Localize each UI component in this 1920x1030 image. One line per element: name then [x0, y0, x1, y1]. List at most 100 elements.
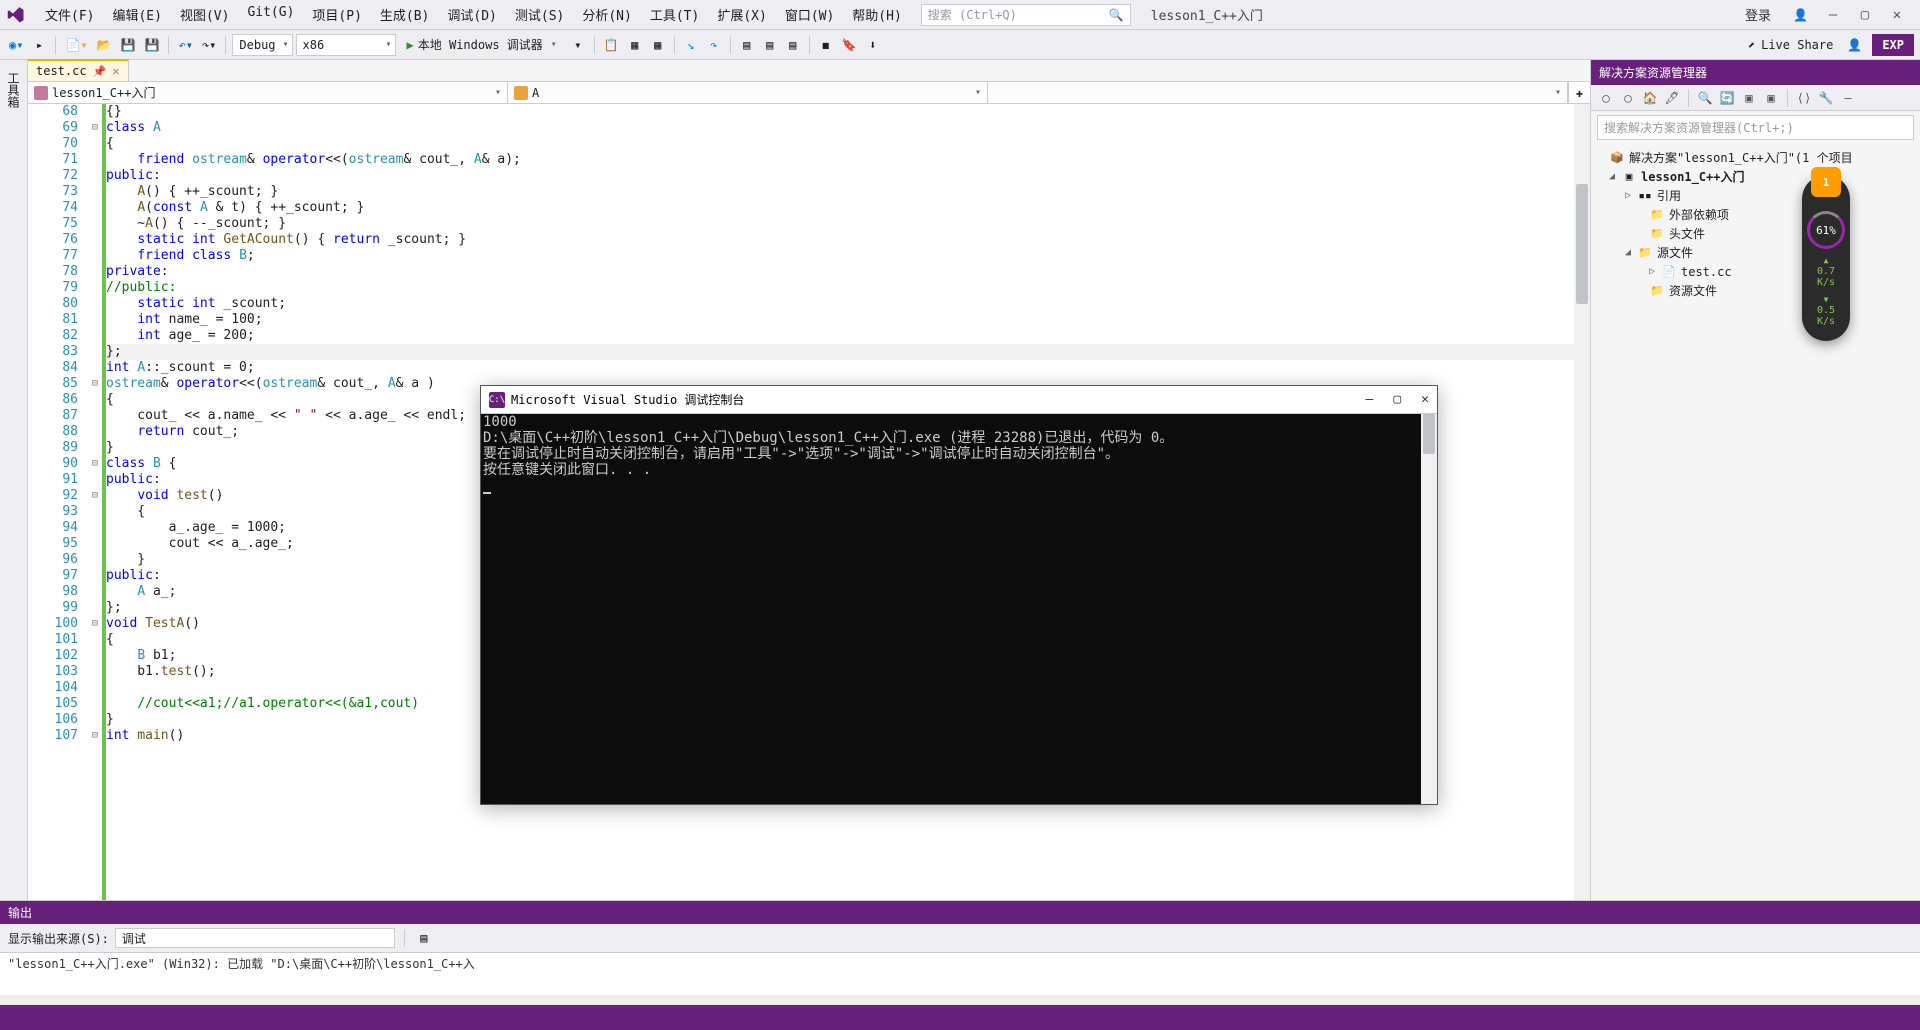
live-share-button[interactable]: ⬈ Live Share: [1740, 38, 1841, 52]
save-button[interactable]: 💾: [118, 34, 139, 56]
solution-name-label: lesson1_C++入门: [1151, 5, 1263, 24]
tb-icon-1[interactable]: 📋: [601, 34, 622, 56]
maximize-button[interactable]: ▢: [1858, 8, 1872, 22]
feedback-button[interactable]: 👤: [1844, 34, 1865, 56]
pin-icon[interactable]: 📌: [93, 65, 107, 78]
tree-headers[interactable]: 📁头文件: [1591, 224, 1920, 243]
save-all-button[interactable]: 💾: [142, 34, 163, 56]
solution-explorer-toolbar: ◯ ◯ 🏠 🖋 🔍 🔄 ▣ ▣ ⟨⟩ 🔧 —: [1591, 85, 1920, 111]
solution-tree: 📦解决方案"lesson1_C++入门"(1 个项目 ◢▣lesson1_C++…: [1591, 144, 1920, 304]
output-body[interactable]: "lesson1_C++入门.exe" (Win32): 已加载 "D:\桌面\…: [0, 953, 1920, 995]
tb-icon-6[interactable]: ▤: [783, 34, 803, 56]
security-widget[interactable]: 1 61% 0.7K/s 0.5K/s: [1802, 175, 1850, 341]
search-icon: 🔍: [1109, 8, 1124, 22]
sp-props-button[interactable]: ⟨⟩: [1795, 89, 1813, 107]
debug-console-window[interactable]: C:\ Microsoft Visual Studio 调试控制台 — ▢ ✕ …: [480, 385, 1438, 805]
sp-wrench-button[interactable]: —: [1839, 89, 1857, 107]
play-icon: ▶: [407, 38, 414, 52]
tree-external[interactable]: 📁外部依赖项: [1591, 205, 1920, 224]
sp-refresh-button[interactable]: 🔄: [1718, 89, 1736, 107]
minimize-button[interactable]: —: [1826, 8, 1840, 22]
tb-extra-1[interactable]: ▾: [568, 34, 588, 56]
user-icon[interactable]: 👤: [1793, 8, 1808, 22]
editor-scrollbar[interactable]: [1574, 104, 1590, 995]
quick-search-input[interactable]: 搜索 (Ctrl+Q) 🔍: [921, 4, 1131, 26]
tree-solution[interactable]: 📦解决方案"lesson1_C++入门"(1 个项目: [1591, 148, 1920, 167]
sp-scope-button[interactable]: 🔍: [1696, 89, 1714, 107]
output-title: 输出: [0, 901, 1920, 924]
nav-project-dropdown[interactable]: lesson1_C++入门 ▾: [28, 82, 508, 103]
sp-fwd-button[interactable]: ◯: [1619, 89, 1637, 107]
split-button[interactable]: ✚: [1568, 82, 1590, 103]
menu-扩展(X)[interactable]: 扩展(X): [708, 2, 775, 27]
sp-collapse-button[interactable]: ▣: [1740, 89, 1758, 107]
menu-编辑(E)[interactable]: 编辑(E): [103, 2, 170, 27]
nav-back-button[interactable]: ◉▾: [6, 34, 26, 56]
menu-生成(B)[interactable]: 生成(B): [371, 2, 438, 27]
tb-icon-2[interactable]: ▦: [625, 34, 645, 56]
sp-sync-button[interactable]: 🖋: [1663, 89, 1681, 107]
net-down: 0.5K/s: [1817, 294, 1835, 327]
step-over-button[interactable]: ↷: [704, 34, 724, 56]
tb-icon-9[interactable]: ⬇: [863, 34, 883, 56]
tb-icon-7[interactable]: ◼: [816, 34, 836, 56]
tb-icon-3[interactable]: ▦: [648, 34, 668, 56]
undo-button[interactable]: ↶▾: [175, 34, 195, 56]
nav-fwd-button[interactable]: ▸: [29, 34, 49, 56]
tree-resources[interactable]: 📁资源文件: [1591, 281, 1920, 300]
tree-refs[interactable]: ▷▪▪引用: [1591, 186, 1920, 205]
sp-back-button[interactable]: ◯: [1597, 89, 1615, 107]
exp-badge[interactable]: EXP: [1872, 34, 1914, 56]
main-toolbar: ◉▾ ▸ 📄▾ 📂 💾 💾 ↶▾ ↷▾ Debug x86 ▶ 本地 Windo…: [0, 30, 1920, 60]
menu-分析(N)[interactable]: 分析(N): [573, 2, 640, 27]
platform-dropdown[interactable]: x86: [296, 34, 396, 56]
menu-调试(D)[interactable]: 调试(D): [438, 2, 505, 27]
tb-icon-5[interactable]: ▤: [760, 34, 780, 56]
nav-scope-dropdown[interactable]: A ▾: [508, 82, 988, 103]
open-button[interactable]: 📂: [94, 34, 115, 56]
output-source-dropdown[interactable]: 调试: [115, 928, 395, 948]
step-into-button[interactable]: ↘: [681, 34, 701, 56]
menu-Git(G)[interactable]: Git(G): [238, 2, 303, 27]
tree-project[interactable]: ◢▣lesson1_C++入门: [1591, 167, 1920, 186]
console-close-button[interactable]: ✕: [1421, 392, 1429, 407]
menu-帮助(H)[interactable]: 帮助(H): [843, 2, 910, 27]
solution-explorer-title: 解决方案资源管理器: [1591, 60, 1920, 85]
login-link[interactable]: 登录: [1745, 5, 1771, 24]
console-body[interactable]: 1000D:\桌面\C++初阶\lesson1_C++入门\Debug\less…: [481, 414, 1437, 804]
menubar: 文件(F)编辑(E)视图(V)Git(G)项目(P)生成(B)调试(D)测试(S…: [0, 0, 1920, 30]
console-maximize-button[interactable]: ▢: [1393, 392, 1401, 407]
menu-视图(V)[interactable]: 视图(V): [171, 2, 238, 27]
config-dropdown[interactable]: Debug: [232, 34, 292, 56]
solution-search-input[interactable]: 搜索解决方案资源管理器(Ctrl+;): [1597, 115, 1914, 140]
output-clear-button[interactable]: ▤: [414, 927, 434, 949]
console-titlebar[interactable]: C:\ Microsoft Visual Studio 调试控制台 — ▢ ✕: [481, 386, 1437, 414]
tb-icon-8[interactable]: 🔖: [839, 34, 860, 56]
menu-工具(T)[interactable]: 工具(T): [641, 2, 708, 27]
menu-窗口(W)[interactable]: 窗口(W): [776, 2, 843, 27]
toolbox-tab[interactable]: 工具箱: [3, 66, 24, 114]
output-from-label: 显示输出来源(S):: [8, 930, 109, 947]
project-icon: [34, 86, 48, 100]
tb-icon-4[interactable]: ▤: [737, 34, 757, 56]
menu-文件(F)[interactable]: 文件(F): [36, 2, 103, 27]
console-minimize-button[interactable]: —: [1366, 392, 1374, 407]
vs-logo-icon: [6, 5, 26, 25]
sp-home-button[interactable]: 🏠: [1641, 89, 1659, 107]
redo-button[interactable]: ↷▾: [199, 34, 219, 56]
tree-sources[interactable]: ◢📁源文件: [1591, 243, 1920, 262]
start-debug-button[interactable]: ▶ 本地 Windows 调试器 ▾: [399, 34, 565, 56]
tree-file-testcc[interactable]: ▷📄test.cc: [1591, 262, 1920, 281]
menu-项目(P)[interactable]: 项目(P): [303, 2, 370, 27]
console-scrollbar[interactable]: [1421, 414, 1437, 804]
close-button[interactable]: ✕: [1890, 8, 1904, 22]
nav-member-dropdown[interactable]: ▾: [988, 82, 1568, 103]
doc-tab-testcc[interactable]: test.cc 📌 ✕: [28, 59, 129, 81]
percent-ring: 61%: [1807, 211, 1845, 249]
sp-showall-button[interactable]: ▣: [1762, 89, 1780, 107]
tab-close-icon[interactable]: ✕: [112, 64, 119, 78]
document-tabs: test.cc 📌 ✕: [28, 60, 1590, 82]
new-item-button[interactable]: 📄▾: [62, 34, 90, 56]
menu-测试(S)[interactable]: 测试(S): [506, 2, 573, 27]
sp-preview-button[interactable]: 🔧: [1817, 89, 1835, 107]
